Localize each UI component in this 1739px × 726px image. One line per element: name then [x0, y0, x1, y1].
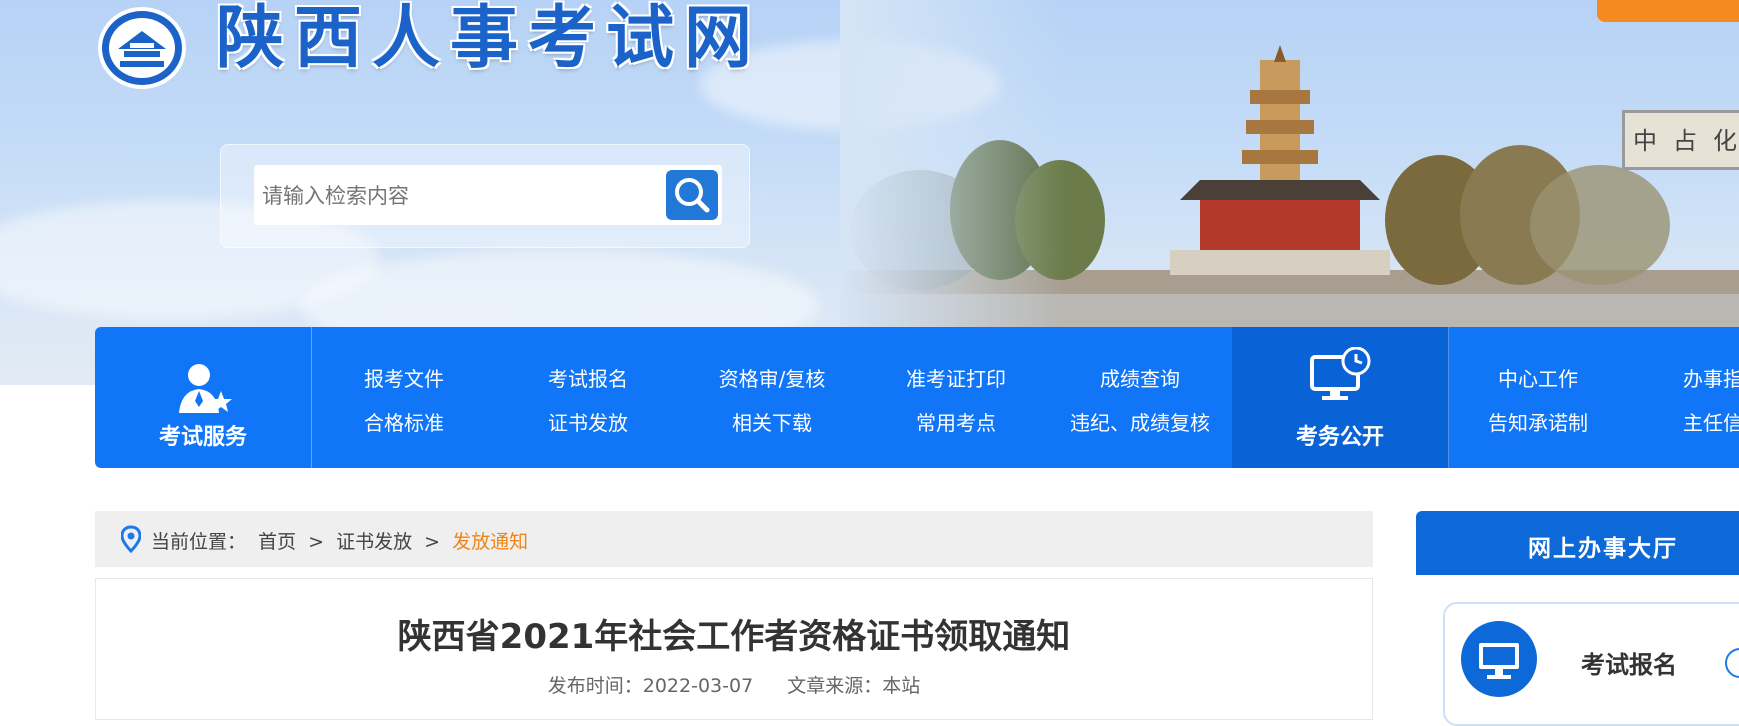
nav-link-qualification-review[interactable]: 资格审/复核 — [682, 363, 862, 392]
exam-registration-label: 考试报名 — [1581, 651, 1677, 679]
exam-public-label: 考务公开 — [1295, 425, 1384, 450]
nav-link-commitment[interactable]: 告知承诺制 — [1448, 407, 1628, 436]
breadcrumb-trail: 当前位置： 首页 > 证书发放 > 发放通知 — [151, 527, 534, 554]
breadcrumb-label: 当前位置： — [151, 531, 247, 553]
main-nav: 考试服务 报考文件 考试报名 资格审/复核 准考证打印 成绩查询 合格标准 证书… — [95, 327, 1739, 468]
breadcrumb-separator: > — [308, 531, 325, 553]
online-service-hall-header: 网上办事大厅 — [1416, 511, 1739, 575]
nav-link-violation-review[interactable]: 违纪、成绩复核 — [1050, 407, 1230, 436]
search-icon — [675, 178, 710, 213]
search-panel — [220, 144, 750, 248]
nav-link-service-guide[interactable]: 办事指南 — [1633, 363, 1739, 392]
nav-link-center-work[interactable]: 中心工作 — [1448, 363, 1628, 392]
user-star-icon — [179, 364, 232, 413]
search-input[interactable] — [254, 165, 644, 227]
nav-link-score-query[interactable]: 成绩查询 — [1050, 363, 1230, 392]
article-title: 陕西省2021年社会工作者资格证书领取通知 — [397, 617, 1071, 657]
search-button[interactable] — [666, 170, 718, 220]
article-meta: 发布时间：2022-03-07 文章来源：本站 — [96, 671, 1372, 698]
nav-link-certificate-issue[interactable]: 证书发放 — [498, 407, 678, 436]
breadcrumb-section-link[interactable]: 证书发放 — [336, 531, 412, 553]
top-orange-button[interactable] — [1597, 0, 1739, 22]
nav-link-director-mailbox[interactable]: 主任信箱 — [1633, 407, 1739, 436]
arrow-right-icon — [1725, 648, 1739, 678]
nav-link-exam-registration[interactable]: 考试报名 — [498, 363, 678, 392]
breadcrumb-home-link[interactable]: 首页 — [258, 531, 296, 553]
pagoda-scene-image — [840, 0, 1739, 330]
publish-date: 发布时间：2022-03-07 — [547, 675, 754, 697]
online-service-hall-title: 网上办事大厅 — [1528, 536, 1678, 562]
plaque-char: 化 — [1713, 127, 1737, 155]
breadcrumb-separator: > — [424, 531, 441, 553]
exam-service-block[interactable]: 考试服务 — [95, 327, 312, 468]
nav-link-exam-sites[interactable]: 常用考点 — [866, 407, 1046, 436]
exam-public-block[interactable]: 考务公开 — [1232, 327, 1449, 468]
nav-link-downloads[interactable]: 相关下载 — [682, 407, 862, 436]
plaque-char: 中 — [1633, 127, 1657, 155]
exam-service-label: 考试服务 — [158, 425, 247, 450]
breadcrumb: 当前位置： 首页 > 证书发放 > 发放通知 — [95, 511, 1373, 567]
plaque-char: 占 — [1673, 127, 1697, 155]
nav-link-admission-print[interactable]: 准考证打印 — [866, 363, 1046, 392]
monitor-clock-icon — [1310, 347, 1371, 400]
location-pin-icon — [121, 525, 141, 553]
search-bar — [254, 165, 722, 227]
exam-registration-card[interactable]: 考试报名 — [1443, 602, 1739, 726]
article-source: 文章来源：本站 — [787, 675, 921, 697]
site-logo-icon[interactable] — [96, 5, 188, 91]
nav-link-exam-files[interactable]: 报考文件 — [314, 363, 494, 392]
breadcrumb-current[interactable]: 发放通知 — [452, 531, 528, 553]
computer-icon — [1461, 621, 1537, 697]
article-panel: 陕西省2021年社会工作者资格证书领取通知 发布时间：2022-03-07 文章… — [95, 578, 1373, 720]
calligraphy-plaque: 中 占 化 — [1622, 110, 1739, 170]
nav-link-pass-standard[interactable]: 合格标准 — [314, 407, 494, 436]
site-title[interactable]: 陕西人事考试网 — [216, 4, 762, 72]
